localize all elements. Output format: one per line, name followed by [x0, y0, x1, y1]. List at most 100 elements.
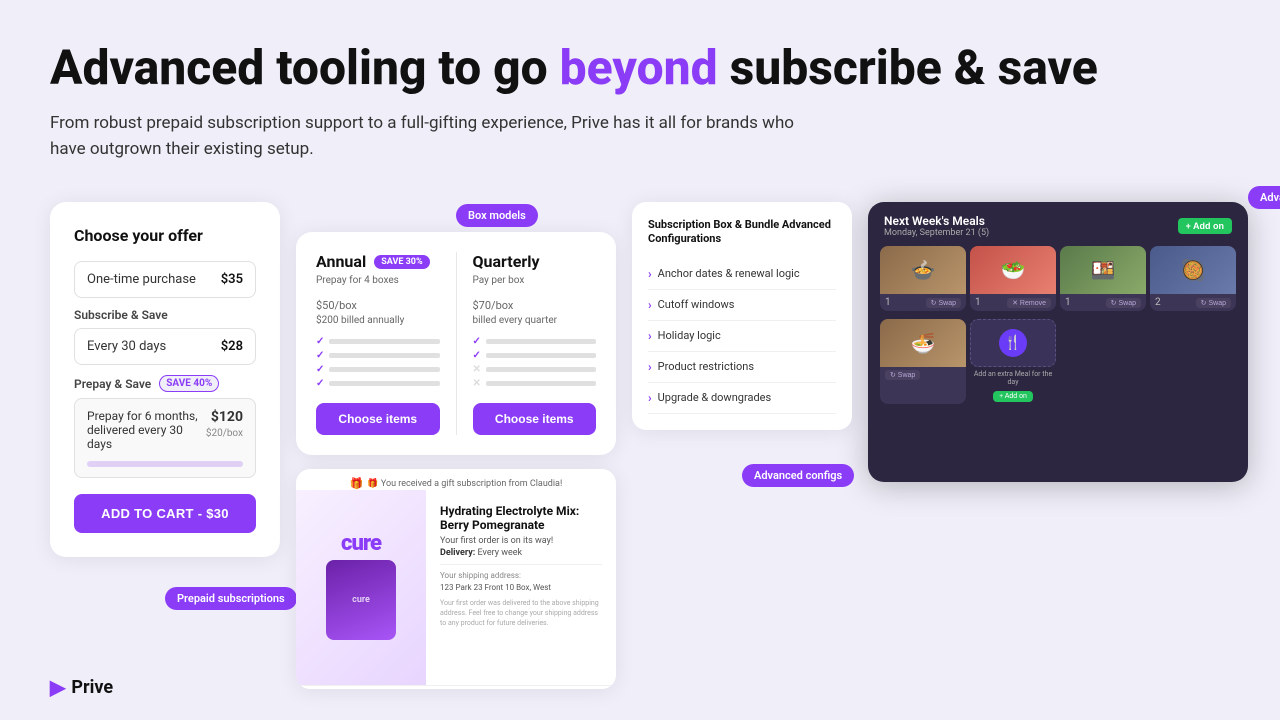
- add-meal-label: Add an extra Meal for the day: [970, 367, 1056, 389]
- prepay-section: Prepay & Save SAVE 40% Prepay for 6 mont…: [74, 375, 256, 478]
- config-chevron-icon-2: ›: [648, 298, 652, 312]
- panel-title: Next Week's Meals: [884, 214, 989, 228]
- product-visual: cure: [326, 560, 396, 640]
- add-meal-button[interactable]: + Add on: [993, 391, 1033, 402]
- right-column: Advanced bundling Subscription Box & Bun…: [632, 202, 1248, 482]
- advanced-configs-label: Advanced configs: [742, 464, 854, 487]
- config-anchor-dates-text: Anchor dates & renewal logic: [658, 267, 836, 280]
- one-time-price: $35: [221, 272, 243, 287]
- annual-choose-button[interactable]: Choose items: [316, 403, 440, 435]
- gift-address-label: Your shipping address:: [440, 571, 602, 580]
- meal-icon-3: 🍱: [1091, 258, 1116, 282]
- quarterly-choose-button[interactable]: Choose items: [473, 403, 597, 435]
- subscribe-label: Subscribe & Save: [74, 308, 256, 322]
- quarterly-plan-price: $70/box: [473, 290, 597, 315]
- config-holiday-text: Holiday logic: [658, 329, 836, 342]
- annual-plan-price: $50/box: [316, 290, 440, 315]
- offer-card: Choose your offer One-time purchase $35 …: [50, 202, 280, 557]
- subscribe-frequency: Every 30 days: [87, 339, 166, 354]
- annual-features: ✓ ✓ ✓ ✓: [316, 336, 440, 389]
- configs-area: Subscription Box & Bundle Advanced Confi…: [632, 202, 1248, 482]
- annual-billed: $200 billed annually: [316, 315, 440, 326]
- config-chevron-icon: ›: [648, 267, 652, 281]
- swap-button-4[interactable]: ↻ Swap: [1196, 298, 1231, 308]
- gift-note: Your first order was delivered to the ab…: [440, 599, 602, 628]
- config-chevron-icon-3: ›: [648, 329, 652, 343]
- meal-icon-2: 🥗: [1001, 258, 1026, 282]
- add-meal-cell: 🍴 Add an extra Meal for the day + Add on: [970, 319, 1056, 404]
- page-headline: Advanced tooling to go beyond subscribe …: [50, 40, 1230, 95]
- config-upgrade-downgrades[interactable]: › Upgrade & downgrades: [648, 383, 836, 414]
- meal-icon-1: 🍲: [911, 258, 936, 282]
- prive-logo-text: Prive: [71, 677, 113, 698]
- meal-count-4: 2: [1155, 297, 1161, 308]
- cure-product: cure cure: [326, 531, 396, 644]
- config-cutoff-text: Cutoff windows: [658, 298, 836, 311]
- one-time-label: One-time purchase: [87, 272, 196, 287]
- panel-add-button[interactable]: + Add on: [1178, 218, 1232, 234]
- one-time-option[interactable]: One-time purchase $35: [74, 261, 256, 298]
- annual-plan: Annual SAVE 30% Prepay for 4 boxes $50/b…: [316, 252, 440, 435]
- prepay-label: Prepay & Save: [74, 377, 151, 391]
- prepaid-subscriptions-label: Prepaid subscriptions: [165, 587, 297, 610]
- meal-count-1: 1: [885, 297, 891, 308]
- advanced-panel: Next Week's Meals Monday, September 21 (…: [868, 202, 1248, 482]
- advanced-bundling-label: Advanced bundling: [1248, 186, 1280, 209]
- annual-plan-name: Annual: [316, 252, 366, 271]
- prive-logo-icon: ▶: [50, 675, 65, 699]
- meal-grid-row1: 🍲 1 ↻ Swap 🥗: [868, 246, 1248, 319]
- subscribe-price: $28: [221, 339, 243, 354]
- meal-item-2: 🥗 1 ✕ Remove: [970, 246, 1056, 311]
- middle-column: Box models Annual SAVE 30% Prepay for 4 …: [296, 232, 616, 689]
- gift-card: 🎁 🎁 You received a gift subscription fro…: [296, 469, 616, 689]
- meal-icon-4: 🥘: [1181, 258, 1206, 282]
- quarterly-plan: Quarterly Pay per box $70/box billed eve…: [473, 252, 597, 435]
- offer-card-title: Choose your offer: [74, 226, 256, 245]
- add-to-cart-button[interactable]: ADD TO CART - $30: [74, 494, 256, 533]
- gift-card-text: Hydrating Electrolyte Mix: Berry Pomegra…: [426, 490, 616, 685]
- gift-shipping-info: Delivery: Every week: [440, 548, 602, 558]
- annual-plan-sub: Prepay for 4 boxes: [316, 275, 440, 286]
- prepay-save-badge: SAVE 40%: [159, 375, 219, 392]
- subscribe-option[interactable]: Every 30 days $28: [74, 328, 256, 365]
- headline-part1: Advanced tooling to go: [50, 39, 560, 96]
- cards-area: Choose your offer One-time purchase $35 …: [50, 202, 1230, 689]
- gift-notification: 🎁 🎁 You received a gift subscription fro…: [296, 469, 616, 490]
- config-chevron-icon-5: ›: [648, 391, 652, 405]
- gift-card-footer: CANCEL SUBSCRIPTION YOUR SUBSCRIPTION: [296, 685, 616, 689]
- config-product-text: Product restrictions: [658, 360, 836, 373]
- quarterly-billed: billed every quarter: [473, 315, 597, 326]
- config-upgrade-text: Upgrade & downgrades: [658, 391, 836, 404]
- configs-panel: Subscription Box & Bundle Advanced Confi…: [632, 202, 852, 430]
- swap-button-5[interactable]: ↻ Swap: [885, 370, 920, 380]
- meal-count-3: 1: [1065, 297, 1071, 308]
- remove-button-2[interactable]: ✕ Remove: [1007, 298, 1051, 308]
- plan-divider: [456, 252, 457, 435]
- subscribe-section: Subscribe & Save Every 30 days $28: [74, 308, 256, 365]
- gift-product-title: Hydrating Electrolyte Mix: Berry Pomegra…: [440, 504, 602, 532]
- config-anchor-dates[interactable]: › Anchor dates & renewal logic: [648, 259, 836, 290]
- cure-brand-logo: cure: [326, 531, 396, 556]
- prepay-per-box: $20/box: [206, 428, 243, 439]
- configs-title: Subscription Box & Bundle Advanced Confi…: [648, 218, 836, 247]
- meal-item-4: 🥘 2 ↻ Swap: [1150, 246, 1236, 311]
- meal-item-3: 🍱 1 ↻ Swap: [1060, 246, 1146, 311]
- config-chevron-icon-4: ›: [648, 360, 652, 374]
- config-product-restrictions[interactable]: › Product restrictions: [648, 352, 836, 383]
- prepay-description: Prepay for 6 months, delivered every 30 …: [87, 409, 206, 451]
- meal-item-5: 🍜 ↻ Swap: [880, 319, 966, 404]
- gift-card-inner: cure cure Hydrating Electrolyte Mix: Ber…: [296, 490, 616, 685]
- quarterly-plan-sub: Pay per box: [473, 275, 597, 286]
- swap-button-3[interactable]: ↻ Swap: [1106, 298, 1141, 308]
- plans-row: Annual SAVE 30% Prepay for 4 boxes $50/b…: [296, 232, 616, 455]
- meal-grid-row2: 🍜 ↻ Swap 🍴 Add an extra Meal for the d: [868, 319, 1248, 412]
- meal-count-2: 1: [975, 297, 981, 308]
- swap-button-1[interactable]: ↻ Swap: [926, 298, 961, 308]
- headline-highlight: beyond: [560, 39, 718, 96]
- panel-header: Next Week's Meals Monday, September 21 (…: [868, 202, 1248, 246]
- prepay-box[interactable]: Prepay for 6 months, delivered every 30 …: [74, 398, 256, 478]
- quarterly-plan-name: Quarterly: [473, 252, 540, 271]
- config-holiday-logic[interactable]: › Holiday logic: [648, 321, 836, 352]
- config-cutoff-windows[interactable]: › Cutoff windows: [648, 290, 836, 321]
- page-subtitle: From robust prepaid subscription support…: [50, 111, 830, 162]
